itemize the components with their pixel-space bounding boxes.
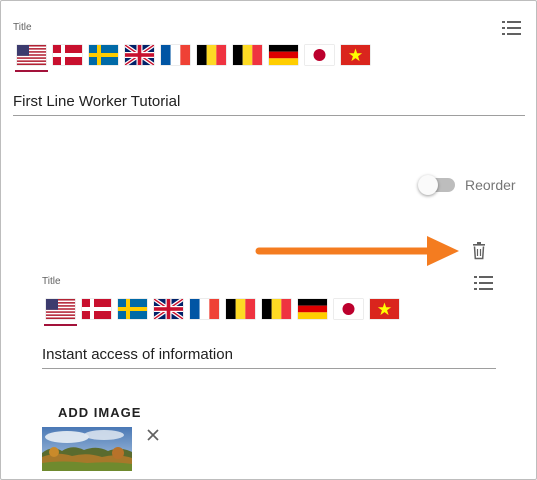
flag-be-icon[interactable] [197,45,226,65]
list-icon[interactable] [502,20,522,36]
toggle-knob[interactable] [418,175,438,195]
flag-vn-icon[interactable] [341,45,370,65]
flag-gb-icon[interactable] [125,45,154,65]
flag-vn-icon[interactable] [370,299,399,319]
flag-dk-icon[interactable] [53,45,82,65]
arrow-annotation [255,236,459,266]
flag-gb-icon[interactable] [154,299,183,319]
title-field-underline [13,115,525,116]
language-flags-2 [44,299,399,326]
flag-fr-icon[interactable] [190,299,219,319]
step-text-field[interactable]: Instant access of information [42,346,233,363]
flag-jp-icon[interactable] [305,45,334,65]
step-text-underline [42,368,496,369]
close-icon[interactable] [146,428,160,442]
language-flags [15,45,370,72]
toggle-track[interactable] [418,175,455,195]
flag-de-icon[interactable] [269,45,298,65]
reorder-label: Reorder [465,177,516,193]
flag-se-icon[interactable] [89,45,118,65]
flag-be-icon[interactable] [262,299,291,319]
title-label: Title [13,22,32,33]
flag-se-icon[interactable] [118,299,147,319]
title-label-2: Title [42,276,61,287]
flag-fr-icon[interactable] [161,45,190,65]
flag-us-icon[interactable] [15,45,48,72]
trash-icon[interactable] [472,242,488,260]
title-field[interactable]: First Line Worker Tutorial [13,93,180,110]
selected-language-indicator [15,70,48,72]
add-image-button[interactable]: ADD IMAGE [58,405,141,420]
flag-us-icon[interactable] [44,299,77,326]
selected-language-indicator [44,324,77,326]
list-icon-2[interactable] [474,275,494,291]
flag-jp-icon[interactable] [334,299,363,319]
reorder-toggle[interactable]: Reorder [418,175,516,195]
flag-de-icon[interactable] [298,299,327,319]
flag-be-icon[interactable] [233,45,262,65]
flag-dk-icon[interactable] [82,299,111,319]
image-thumbnail[interactable] [42,427,132,471]
flag-be-icon[interactable] [226,299,255,319]
